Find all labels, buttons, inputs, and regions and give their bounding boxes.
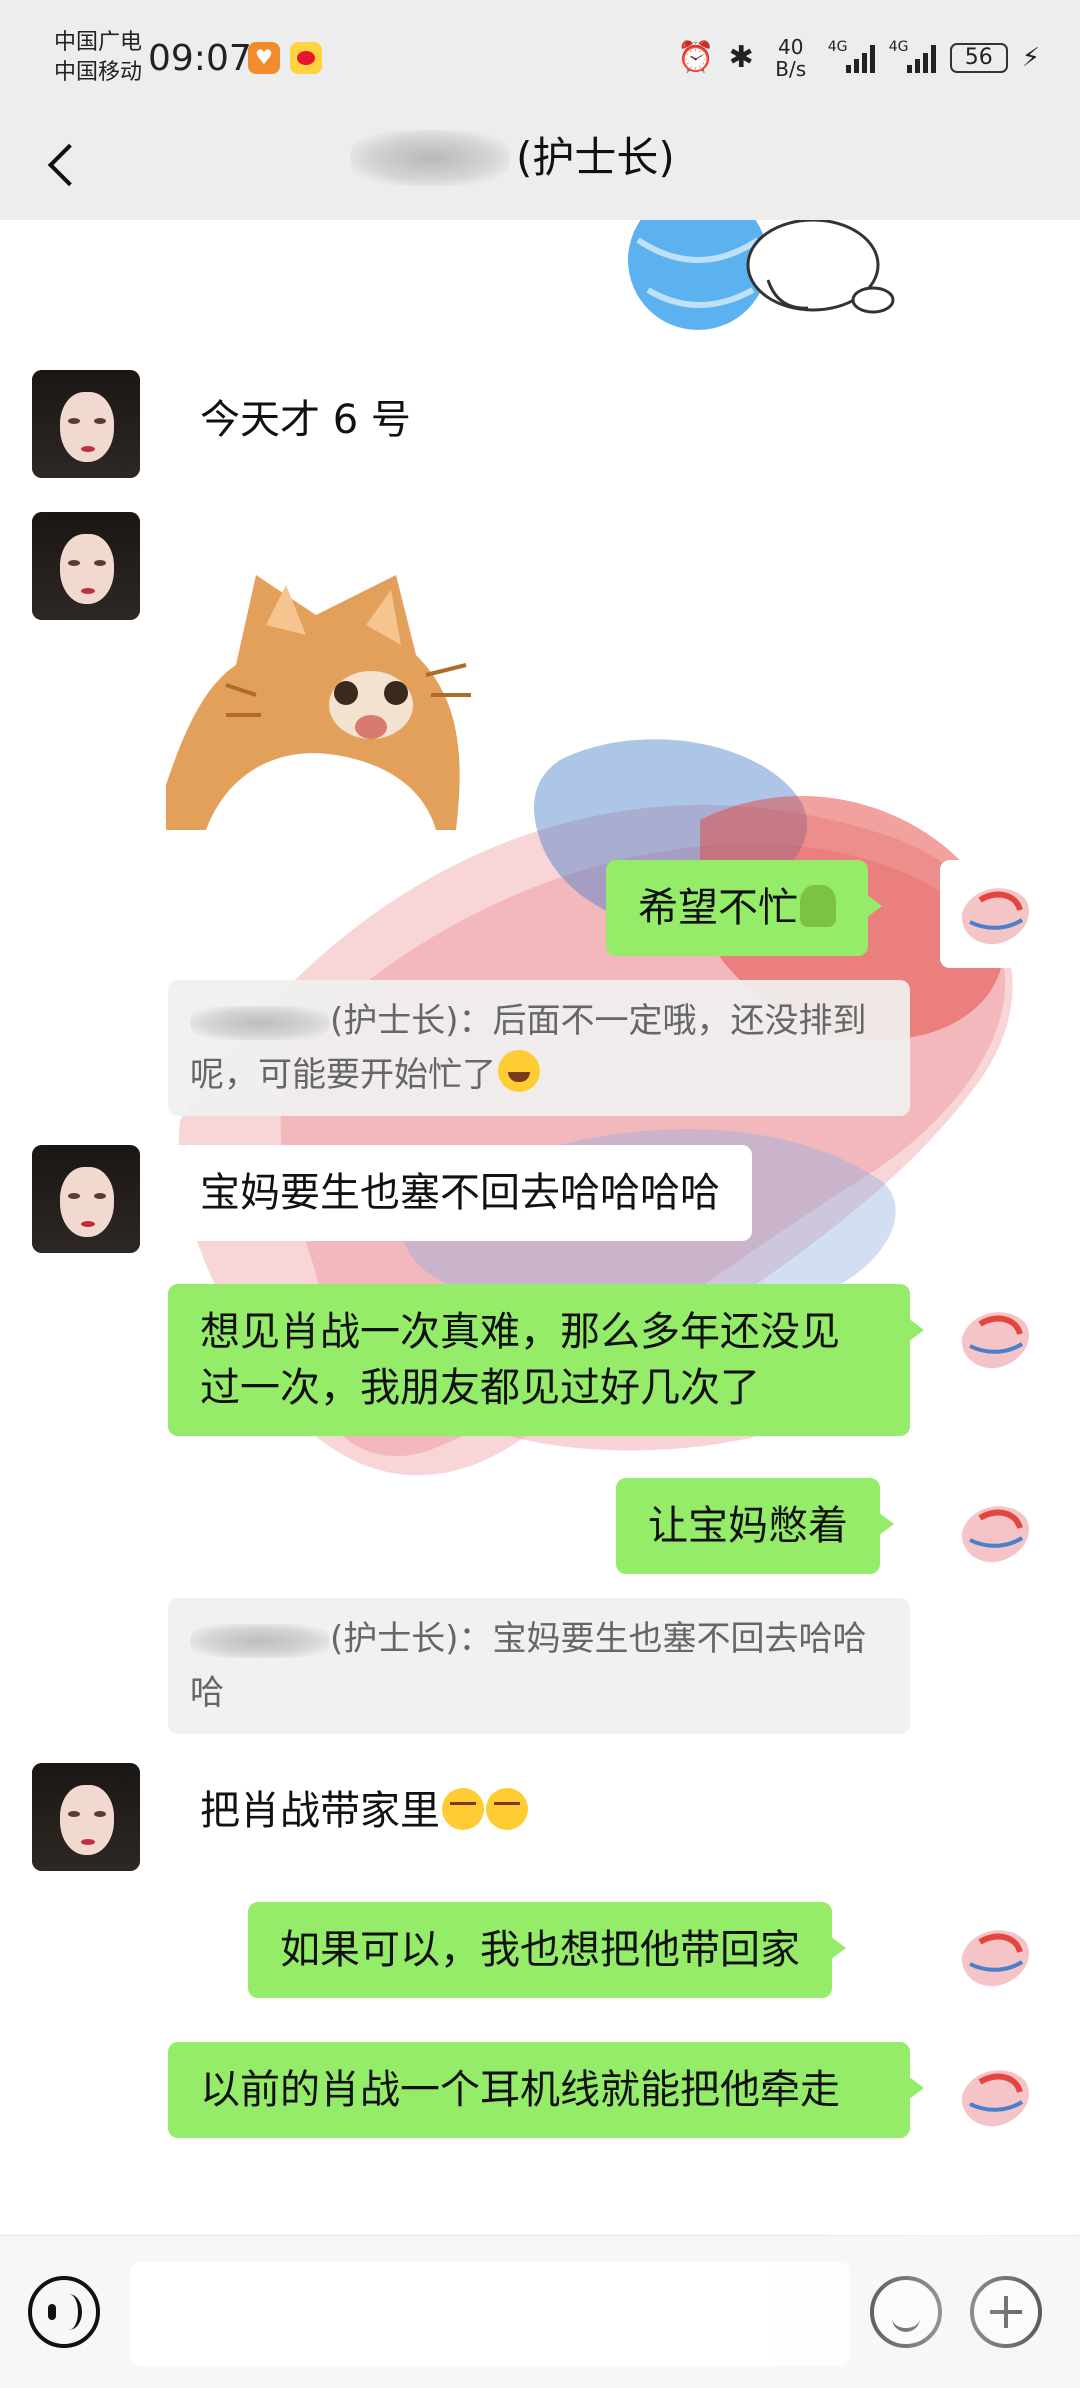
message-text: 以前的肖战一个耳机线就能把他牵走	[200, 2067, 840, 2113]
app-notification-icon	[248, 42, 280, 74]
battery-icon: 56	[949, 43, 1008, 73]
smirk-emoji-icon	[486, 1788, 528, 1830]
network-speed: 40 B/s	[768, 36, 814, 80]
message-text: 如果可以，我也想把他带回家	[280, 1927, 800, 1973]
contact-avatar[interactable]	[32, 370, 140, 478]
message-bubble-right[interactable]: 如果可以，我也想把他带回家	[248, 1902, 846, 1998]
chat-message-list[interactable]: 今天才 6 号 希望不忙 (护士长)：后面不一定哦，还没排到呢，可能要开始忙了 …	[0, 220, 1080, 2235]
charging-bolt-icon: ⚡	[1021, 43, 1040, 73]
alarm-icon: ⏰	[677, 40, 715, 75]
chat-title: (护士长)	[516, 133, 675, 182]
carrier-1: 中国广电	[54, 30, 143, 55]
message-bubble-left[interactable]: 宝妈要生也塞不回去哈哈哈哈	[154, 1145, 752, 1241]
message-bubble-left[interactable]: 今天才 6 号	[154, 372, 443, 468]
signal-icon-2: 4G	[889, 39, 936, 73]
message-bubble-right[interactable]: 想见肖战一次真难，那么多年还没见过一次，我朋友都见过好几次了	[168, 1284, 924, 1436]
message-text: 宝妈要生也塞不回去哈哈哈哈	[200, 1170, 720, 1216]
laugh-cry-emoji-icon	[498, 1050, 540, 1092]
message-text: 让宝妈憋着	[648, 1503, 848, 1549]
back-chevron-icon[interactable]	[40, 132, 100, 198]
pray-emoji-icon	[800, 885, 836, 927]
my-avatar[interactable]	[940, 1284, 1048, 1392]
blurred-sender-name	[190, 1005, 330, 1040]
signal-tag-2: 4G	[888, 39, 909, 55]
contact-avatar[interactable]	[32, 512, 140, 620]
carrier-labels: 中国广电 中国移动	[54, 28, 142, 88]
voice-icon[interactable]	[28, 2276, 100, 2348]
signal-tag-1: 4G	[827, 39, 848, 55]
message-bubble-right[interactable]: 以前的肖战一个耳机线就能把他牵走	[168, 2042, 924, 2138]
cat-sticker[interactable]	[166, 545, 496, 830]
my-avatar[interactable]	[940, 860, 1048, 968]
quoted-message[interactable]: (护士长)：宝妈要生也塞不回去哈哈哈	[168, 1598, 910, 1734]
message-input[interactable]	[130, 2262, 850, 2366]
bluetooth-icon: ✱	[728, 40, 754, 75]
my-avatar[interactable]	[940, 2042, 1048, 2150]
plus-icon[interactable]	[970, 2276, 1042, 2348]
contact-avatar[interactable]	[32, 1763, 140, 1871]
message-text: 把肖战带家里	[200, 1788, 440, 1834]
carrier-2: 中国移动	[54, 60, 143, 85]
network-speed-value: 40	[778, 35, 804, 59]
network-speed-unit: B/s	[775, 57, 807, 81]
message-text: 希望不忙	[638, 885, 798, 931]
weibo-notification-icon	[290, 42, 322, 74]
message-text: 想见肖战一次真难，那么多年还没见过一次，我朋友都见过好几次了	[200, 1309, 840, 1411]
my-avatar[interactable]	[940, 1902, 1048, 2010]
battery-level: 56	[964, 45, 993, 70]
contact-avatar[interactable]	[32, 1145, 140, 1253]
signal-icon-1: 4G	[828, 39, 875, 73]
message-bubble-right[interactable]: 让宝妈憋着	[616, 1478, 894, 1574]
emoji-icon[interactable]	[870, 2276, 942, 2348]
message-bubble-left[interactable]: 把肖战带家里	[154, 1763, 560, 1859]
status-right-group: ⏰ ✱ 40 B/s 4G 4G 56 ⚡	[677, 36, 1040, 80]
message-text: 今天才 6 号	[200, 397, 411, 443]
blurred-sender-name	[190, 1623, 330, 1658]
smirk-emoji-icon	[442, 1788, 484, 1830]
ball-sticker[interactable]	[628, 220, 898, 350]
message-bubble-right[interactable]: 希望不忙	[606, 860, 882, 956]
status-clock: 09:07	[148, 38, 252, 79]
my-avatar[interactable]	[940, 1478, 1048, 1586]
status-bar: 中国广电 中国移动 09:07 ⏰ ✱ 40 B/s 4G 4G 56 ⚡	[0, 0, 1080, 110]
quoted-message[interactable]: (护士长)：后面不一定哦，还没排到呢，可能要开始忙了	[168, 980, 910, 1116]
input-bar	[0, 2235, 1080, 2388]
blurred-contact-name	[350, 130, 510, 186]
